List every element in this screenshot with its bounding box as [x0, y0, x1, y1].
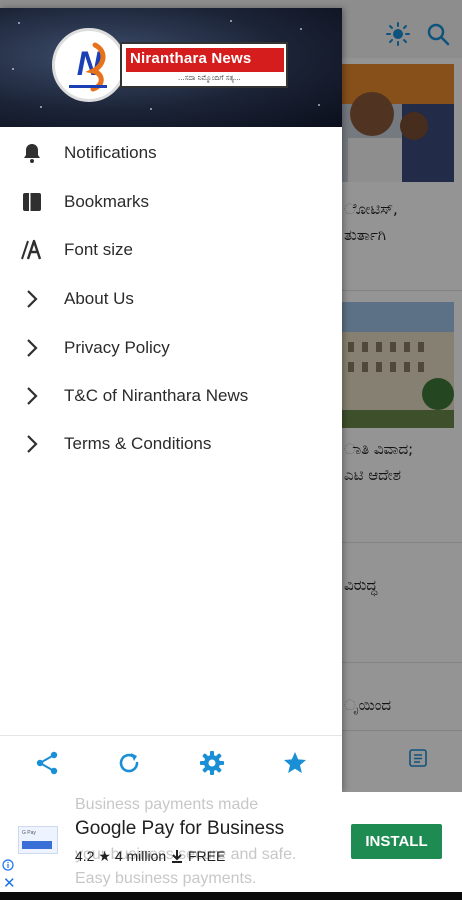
- menu-item-label: Privacy Policy: [64, 338, 170, 357]
- ad-rating: 4.2: [75, 848, 95, 864]
- app-logo-tagline: ...ಸದಾ ನಿಮ್ಮೊಂದಿಗೆ ಸತ್ಯ...: [178, 74, 241, 82]
- ad-installs: 4 million: [114, 848, 167, 864]
- refresh-icon[interactable]: [116, 750, 142, 776]
- menu-item-bookmarks[interactable]: Bookmarks: [0, 178, 342, 226]
- font-size-icon: [20, 238, 44, 262]
- menu-item-label: Terms & Conditions: [64, 434, 212, 453]
- menu-item-terms-conditions[interactable]: Terms & Conditions: [0, 420, 342, 468]
- download-icon: [170, 849, 184, 863]
- ad-meta: 4.2 ★ 4 million FREE: [75, 848, 225, 865]
- menu-item-privacy-policy[interactable]: Privacy Policy: [0, 324, 342, 372]
- bell-icon: [20, 141, 44, 165]
- app-logo-name: Niranthara News: [130, 50, 252, 67]
- install-button[interactable]: INSTALL: [351, 824, 442, 859]
- settings-icon[interactable]: [199, 750, 225, 776]
- chevron-right-icon: [20, 336, 44, 360]
- share-icon[interactable]: [34, 750, 60, 776]
- menu-item-about-us[interactable]: About Us: [0, 275, 342, 323]
- chevron-right-icon: [20, 432, 44, 456]
- menu-item-font-size[interactable]: Font size: [0, 226, 342, 274]
- chevron-right-icon: [20, 287, 44, 311]
- logo-emblem: N: [52, 28, 126, 102]
- logo-banner: Niranthara News ...ಸದಾ ನಿಮ್ಮೊಂದಿಗೆ ಸತ್ಯ.…: [120, 42, 288, 88]
- navigation-drawer: N Niranthara News ...ಸದಾ ನಿಮ್ಮೊಂದಿಗೆ ಸತ್…: [0, 8, 342, 792]
- ad-app-thumbnail[interactable]: G Pay: [18, 826, 58, 854]
- chevron-right-icon: [20, 384, 44, 408]
- menu-item-tc-niranthara[interactable]: T&C of Niranthara News: [0, 372, 342, 420]
- star-icon: ★: [98, 848, 111, 864]
- menu-item-label: Font size: [64, 240, 133, 259]
- divider: [0, 735, 342, 736]
- star-icon[interactable]: [282, 750, 308, 776]
- ad-banner[interactable]: Business payments made your business sec…: [0, 792, 462, 892]
- ad-close-icon[interactable]: ✕: [3, 874, 16, 892]
- ad-ghost-text: Easy business payments.: [75, 870, 257, 887]
- drawer-header: N Niranthara News ...ಸದಾ ನಿಮ್ಮೊಂದಿಗೆ ಸತ್…: [0, 8, 342, 127]
- menu-item-label: T&C of Niranthara News: [64, 386, 249, 405]
- system-nav-bar: [0, 892, 462, 900]
- menu-item-label: About Us: [64, 289, 134, 308]
- menu-item-notifications[interactable]: Notifications: [0, 129, 342, 177]
- ad-price: FREE: [187, 848, 226, 864]
- ad-info-icon[interactable]: [2, 858, 14, 871]
- bookmark-book-icon: [20, 190, 44, 214]
- menu-item-label: Notifications: [64, 143, 157, 162]
- ad-title[interactable]: Google Pay for Business: [75, 818, 284, 840]
- ad-ghost-text: Business payments made: [75, 796, 259, 813]
- menu-item-label: Bookmarks: [64, 192, 150, 211]
